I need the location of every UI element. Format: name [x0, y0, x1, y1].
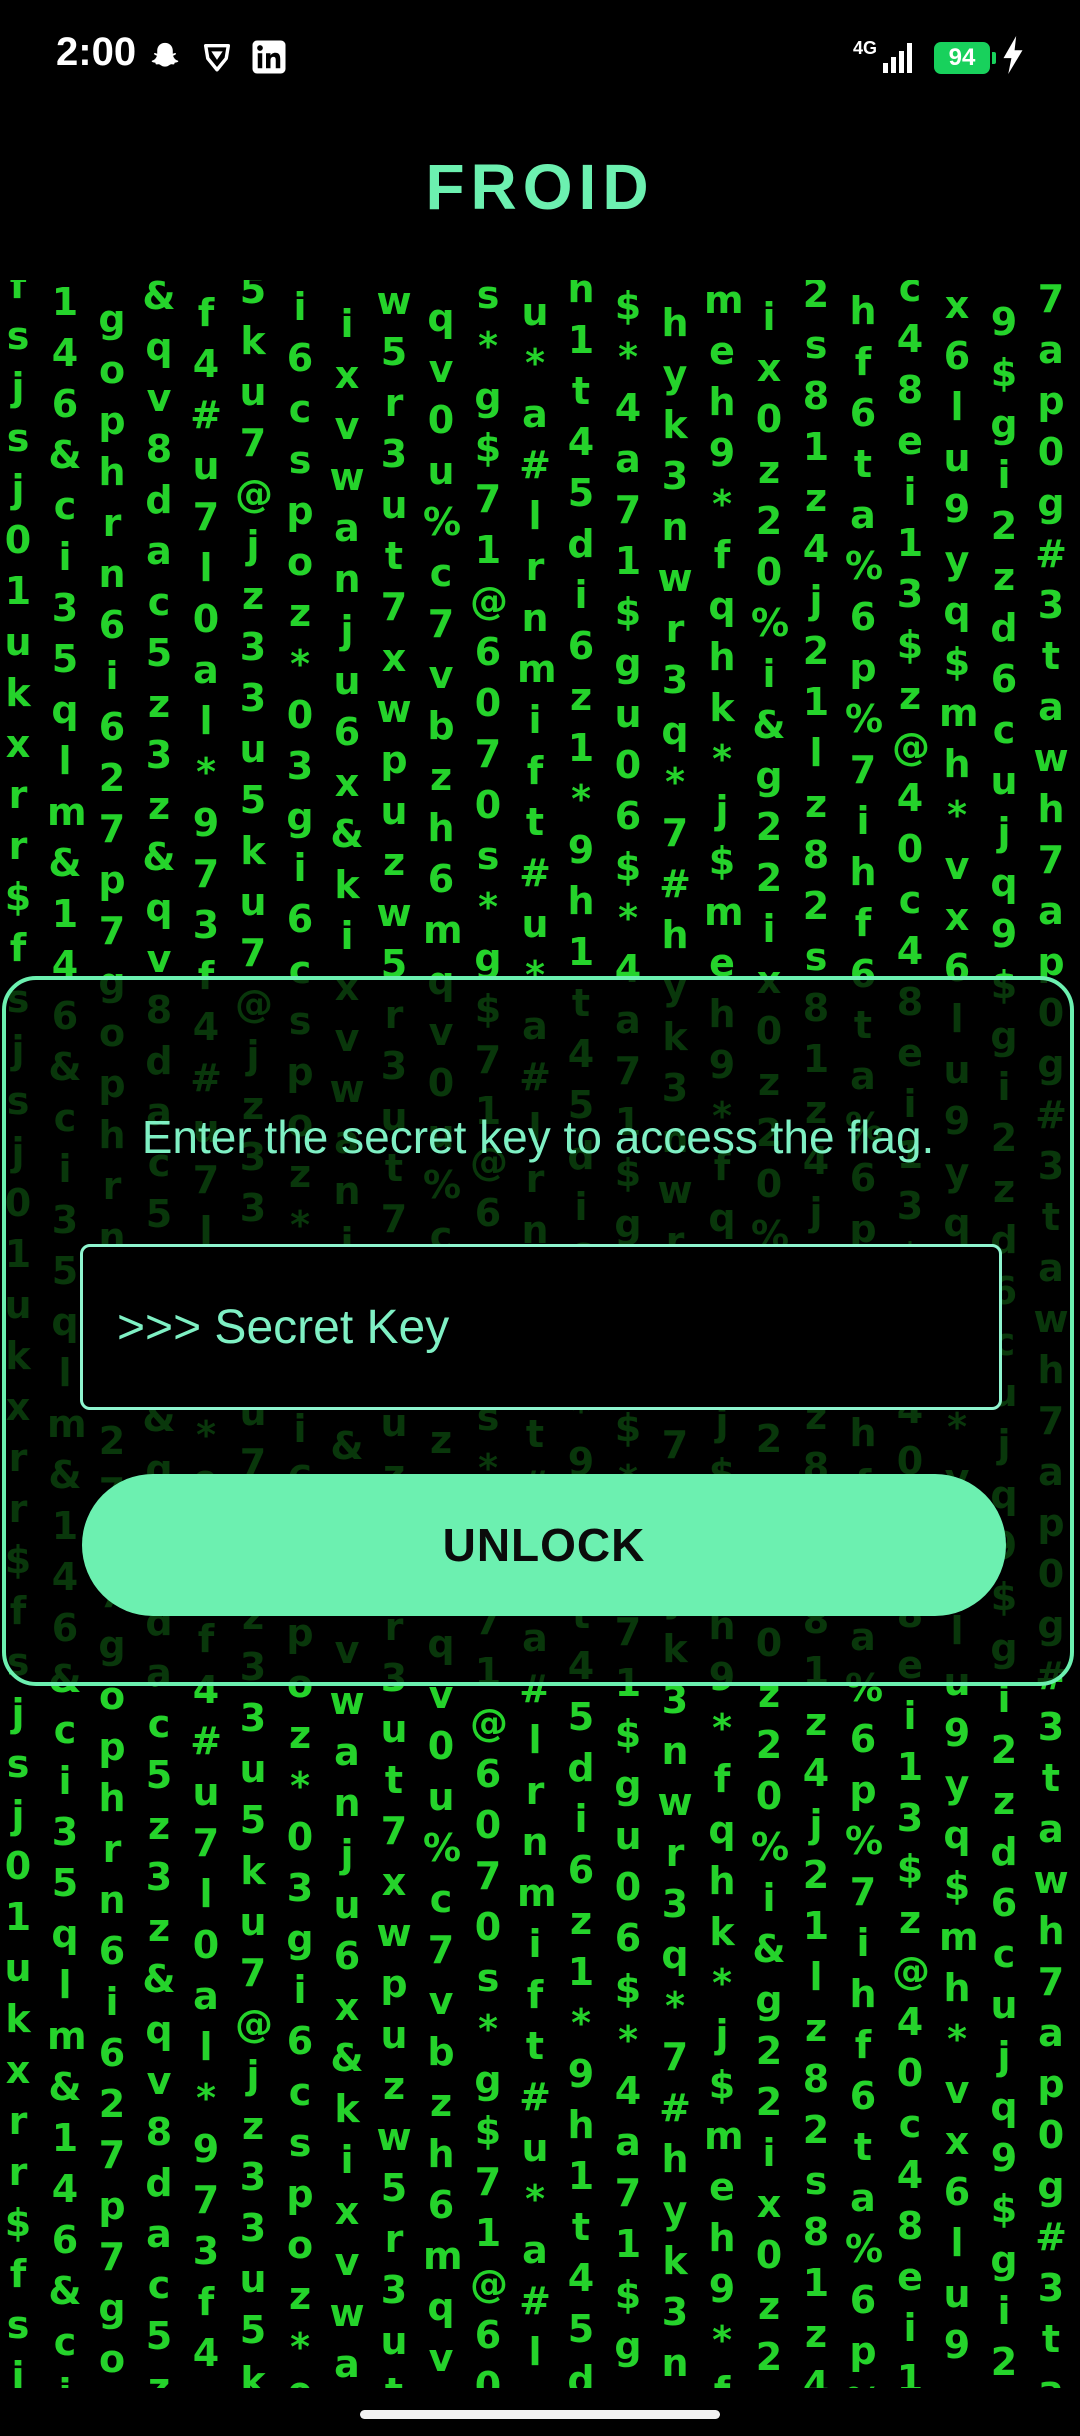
- secret-key-input[interactable]: [80, 1244, 1002, 1410]
- battery-level: 94: [948, 43, 976, 71]
- home-indicator[interactable]: [360, 2410, 720, 2419]
- status-time: 2:00: [56, 30, 137, 74]
- snapchat-icon: [146, 38, 184, 76]
- charging-icon: [1000, 36, 1026, 79]
- notification-icons: [146, 38, 288, 76]
- brave-icon: [198, 38, 236, 76]
- battery-icon: 94: [934, 41, 996, 74]
- app-screen: 2:00 4G 94 FROID f s j s j 0 1 u k x r r…: [0, 0, 1080, 2436]
- app-title: FROID: [425, 151, 655, 223]
- network-type: 4G: [852, 37, 877, 58]
- system-icons: 4G 94: [853, 36, 1026, 79]
- signal-icon: [883, 42, 912, 73]
- unlock-button[interactable]: UNLOCK: [82, 1474, 1006, 1616]
- status-bar: 2:00 4G 94: [0, 0, 1080, 118]
- linkedin-icon: [250, 38, 288, 76]
- card-prompt: Enter the secret key to access the flag.: [141, 1111, 935, 1163]
- unlock-card: Enter the secret key to access the flag.…: [2, 976, 1074, 1686]
